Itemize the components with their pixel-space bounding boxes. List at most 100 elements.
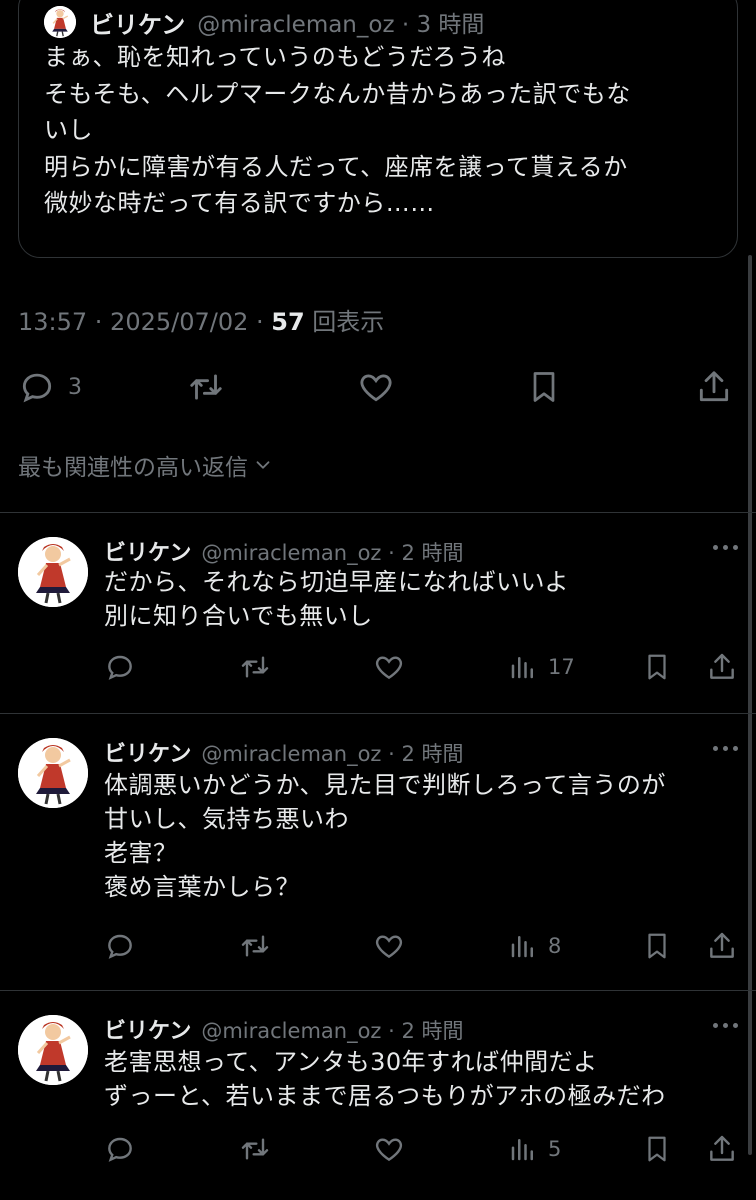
bookmark-button[interactable] (642, 930, 672, 962)
like-button[interactable] (356, 368, 396, 406)
reply-actions: 5 (0, 1133, 756, 1173)
reply-text: 体調悪いかどうか、見た目で判断しろって言うのが 甘いし、気持ち悪いわ 老害？ 褒… (104, 768, 744, 904)
like-button[interactable] (372, 1133, 406, 1165)
share-button[interactable] (695, 368, 733, 406)
more-options-button[interactable] (713, 1023, 738, 1028)
share-button[interactable] (706, 651, 738, 683)
views-count: 8 (548, 934, 562, 958)
retweet-button[interactable] (238, 651, 272, 683)
avatar[interactable] (18, 1015, 88, 1085)
more-options-button[interactable] (713, 545, 738, 550)
text-line: そもそも、ヘルプマークなんか昔からあった訳でもな (44, 79, 631, 108)
bookmark-button[interactable] (642, 651, 672, 683)
bookmark-icon (648, 654, 666, 680)
reply-header: ビリケン @miracleman_oz · 2 時間 (104, 736, 464, 768)
share-button[interactable] (706, 930, 738, 962)
analytics-icon (511, 1139, 533, 1161)
chevron-down-icon (256, 461, 270, 469)
share-icon (710, 653, 734, 679)
text-line: 老害？ (104, 839, 178, 867)
reply-actions: 17 (0, 651, 756, 691)
reply-button[interactable]: 3 (18, 368, 82, 406)
views-count: 17 (548, 655, 575, 679)
author-handle-time[interactable]: @miracleman_oz · 2 時間 (201, 537, 463, 567)
bookmark-button[interactable] (642, 1133, 672, 1165)
reply-tweet[interactable]: ビリケン @miracleman_oz · 2 時間 体調悪いかどうか、見た目で… (0, 714, 756, 990)
reply-tweet[interactable]: ビリケン @miracleman_oz · 2 時間 だから、それなら切迫早産に… (0, 513, 756, 713)
text-line: 甘いし、気持ち悪いわ (104, 805, 349, 833)
analytics-icon (511, 936, 533, 958)
share-icon (710, 932, 734, 958)
text-line: 別に知り合いでも無いし (104, 602, 373, 630)
like-button[interactable] (372, 930, 406, 962)
reply-sort-dropdown[interactable]: 最も関連性の高い返信 (18, 448, 274, 482)
reply-icon (108, 655, 132, 680)
views-button[interactable]: 8 (508, 930, 561, 962)
views-button[interactable]: 5 (508, 1133, 561, 1165)
retweet-icon (190, 374, 222, 400)
author-name[interactable]: ビリケン (104, 1013, 191, 1045)
reply-header: ビリケン @miracleman_oz · 2 時間 (104, 1013, 464, 1045)
reply-text: 老害思想って、アンタも30年すれば仲間だよ ずっーと、若いままで居るつもりがアホ… (104, 1045, 744, 1113)
bookmark-icon (648, 933, 666, 959)
views-label: 回表示 (304, 308, 385, 336)
retweet-icon (241, 935, 269, 957)
heart-icon (375, 935, 403, 959)
reply-button[interactable] (104, 930, 136, 962)
reply-button[interactable] (104, 1133, 136, 1165)
views-count: 5 (548, 1137, 562, 1161)
timestamp[interactable]: 13:57 · 2025/07/02 · (18, 308, 271, 336)
retweet-icon (241, 1138, 269, 1160)
heart-icon (375, 656, 403, 680)
author-handle-time[interactable]: @miracleman_oz · 3 時間 (197, 5, 484, 39)
author-name[interactable]: ビリケン (104, 736, 191, 768)
like-button[interactable] (372, 651, 406, 683)
heart-icon (375, 1138, 403, 1162)
tweet-actions: 3 (0, 364, 756, 414)
share-button[interactable] (706, 1133, 738, 1165)
text-line: ずっーと、若いままで居るつもりがアホの極みだわ (104, 1082, 666, 1110)
reply-button[interactable] (104, 651, 136, 683)
retweet-button[interactable] (238, 1133, 272, 1165)
retweet-button[interactable] (238, 930, 272, 962)
reply-text: だから、それなら切迫早産になればいいよ 別に知り合いでも無いし (104, 565, 744, 633)
tweet-meta: 13:57 · 2025/07/02 · 57 回表示 (18, 302, 384, 337)
bookmark-icon (648, 1136, 666, 1162)
views-button[interactable]: 17 (508, 651, 575, 683)
text-line: まぁ、恥を知れっていうのもどうだろうね (44, 43, 506, 71)
retweet-button[interactable] (186, 368, 226, 406)
more-options-button[interactable] (713, 746, 738, 751)
text-line: 体調悪いかどうか、見た目で判断しろって言うのが (104, 771, 666, 799)
retweet-icon (241, 656, 269, 678)
text-line: 老害思想って、アンタも30年すれば仲間だよ (104, 1048, 598, 1076)
analytics-icon (511, 657, 533, 679)
text-line: いし (44, 116, 93, 144)
avatar[interactable] (44, 6, 76, 38)
quoted-tweet-text: まぁ、恥を知れっていうのもどうだろうね そもそも、ヘルプマークなんか昔からあった… (44, 39, 724, 222)
author-name[interactable]: ビリケン (104, 535, 191, 567)
quoted-tweet-header: ビリケン @miracleman_oz · 3 時間 (44, 5, 484, 39)
author-name[interactable]: ビリケン (90, 5, 185, 40)
reply-icon (22, 373, 52, 403)
share-icon (710, 1135, 734, 1161)
text-line: 微妙な時だって有る訳ですから…… (44, 189, 435, 217)
text-line: だから、それなら切迫早産になればいいよ (104, 568, 570, 596)
views-count: 57 (271, 308, 305, 336)
author-handle-time[interactable]: @miracleman_oz · 2 時間 (201, 1015, 463, 1045)
sort-label: 最も関連性の高い返信 (18, 455, 248, 481)
reply-icon (108, 1137, 132, 1162)
reply-header: ビリケン @miracleman_oz · 2 時間 (104, 535, 464, 567)
reply-tweet[interactable]: ビリケン @miracleman_oz · 2 時間 老害思想って、アンタも30… (0, 991, 756, 1200)
avatar[interactable] (18, 537, 88, 607)
reply-count: 3 (68, 374, 82, 400)
quoted-tweet-card[interactable]: ビリケン @miracleman_oz · 3 時間 まぁ、恥を知れっていうのも… (18, 0, 738, 258)
avatar[interactable] (18, 738, 88, 808)
heart-icon (360, 374, 392, 402)
bookmark-icon (533, 372, 555, 402)
author-handle-time[interactable]: @miracleman_oz · 2 時間 (201, 738, 463, 768)
reply-icon (108, 934, 132, 959)
share-icon (699, 371, 729, 402)
text-line: 明らかに障害が有る人だって、座席を譲って貰えるか (44, 152, 628, 181)
bookmark-button[interactable] (526, 368, 562, 406)
text-line: 褒め言葉かしら？ (104, 873, 300, 901)
